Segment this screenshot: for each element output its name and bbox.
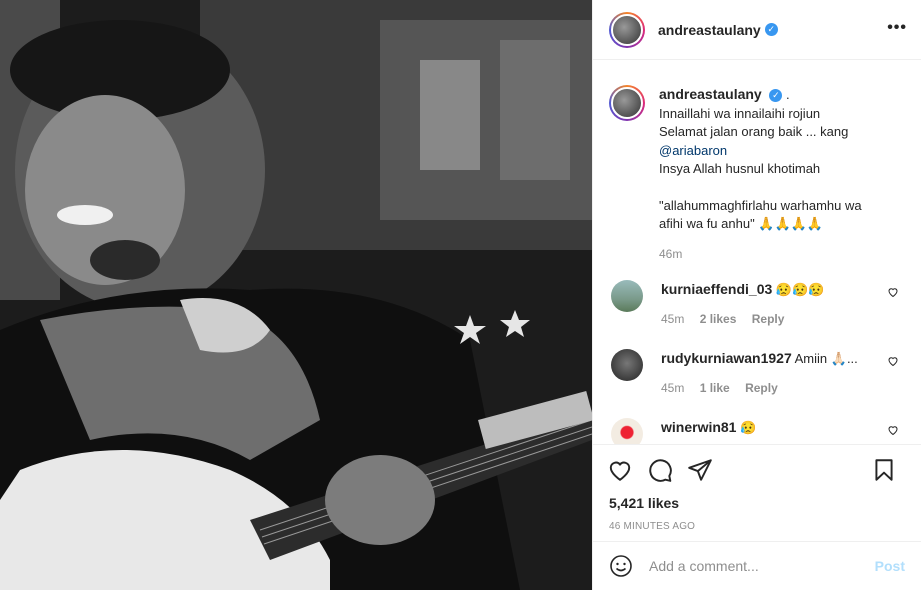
comment-meta: 45m 2 likes Reply	[661, 310, 881, 328]
verified-icon: ✓	[769, 89, 783, 103]
verified-icon: ✓	[764, 23, 778, 36]
heart-icon[interactable]	[607, 457, 633, 483]
caption-line: Innaillahi wa innailaihi rojiun	[659, 105, 821, 121]
reply-button[interactable]: Reply	[752, 312, 785, 326]
commenter-avatar[interactable]	[611, 280, 643, 312]
caption-avatar[interactable]	[609, 85, 645, 121]
author-avatar[interactable]	[609, 11, 645, 48]
comment-text: 😥	[740, 420, 757, 435]
post-actions: 5,421 likes 46 MINUTES AGO Post	[593, 444, 921, 590]
comment-age: 45m	[661, 312, 685, 326]
caption-line: Insya Allah husnul khotimah	[659, 161, 821, 176]
commenter-username[interactable]: winerwin81	[661, 419, 736, 435]
comment-likes[interactable]: 1 like	[700, 381, 730, 395]
post-caption: andreastaulany ✓ . Innaillahi wa innaila…	[609, 61, 905, 263]
reply-button[interactable]: Reply	[745, 381, 778, 395]
caption-line: afihi wa fu anhu" 🙏🙏🙏🙏	[659, 216, 824, 231]
commenter-username[interactable]: kurniaeffendi_03	[661, 281, 772, 297]
photo-illustration	[0, 0, 592, 590]
emoji-icon[interactable]	[609, 554, 633, 578]
comment-item: rudykurniawan1927 Amiin 🙏🏻... 45m 1 like…	[609, 349, 905, 397]
caption-age: 46m	[659, 246, 683, 261]
comment-text: 😥😥😥	[775, 282, 825, 297]
caption-suffix: .	[785, 87, 790, 102]
like-comment-icon[interactable]	[887, 424, 899, 436]
caption-username[interactable]: andreastaulany	[659, 86, 762, 102]
comment-input[interactable]	[649, 558, 875, 574]
post-details-panel: andreastaulany ✓ ••• andreastaulany ✓ . …	[592, 0, 921, 590]
comment-item: winerwin81 😥	[609, 418, 905, 444]
commenter-avatar[interactable]	[611, 349, 643, 381]
post-timestamp: 46 MINUTES AGO	[609, 521, 696, 532]
post-photo[interactable]	[0, 0, 592, 590]
comment-icon[interactable]	[647, 457, 673, 483]
likes-count[interactable]: 5,421 likes	[593, 495, 921, 515]
author-username[interactable]: andreastaulany	[658, 22, 761, 38]
comment-item: kurniaeffendi_03 😥😥😥 45m 2 likes Reply	[609, 280, 905, 328]
comment-meta: 45m 1 like Reply	[661, 379, 881, 397]
like-comment-icon[interactable]	[887, 355, 899, 367]
more-options-icon[interactable]: •••	[887, 19, 907, 37]
comment-likes[interactable]: 2 likes	[700, 312, 737, 326]
comments-list[interactable]: andreastaulany ✓ . Innaillahi wa innaila…	[593, 61, 921, 444]
bookmark-icon[interactable]	[871, 457, 897, 483]
caption-line: Selamat jalan orang baik ... kang	[659, 124, 849, 139]
like-comment-icon[interactable]	[887, 286, 899, 298]
commenter-username[interactable]: rudykurniawan1927	[661, 350, 792, 366]
post-header: andreastaulany ✓ •••	[593, 0, 921, 60]
add-comment-bar: Post	[593, 541, 921, 590]
mention-link[interactable]: @ariabaron	[659, 142, 862, 161]
share-icon[interactable]	[687, 457, 713, 483]
caption-line: "allahummaghfirlahu warhamhu wa	[659, 197, 862, 213]
post-comment-button[interactable]: Post	[875, 558, 905, 574]
commenter-avatar[interactable]	[611, 418, 643, 444]
comment-text: Amiin 🙏🏻...	[794, 351, 858, 366]
comment-age: 45m	[661, 381, 685, 395]
action-icons-row	[593, 445, 921, 495]
